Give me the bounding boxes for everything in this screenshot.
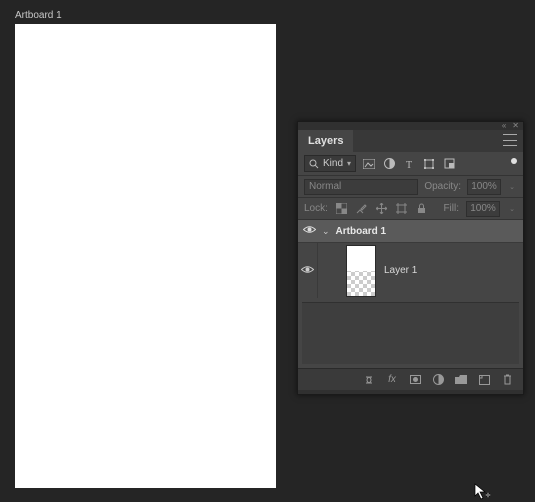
layers-panel: « ✕ Layers Kind ▾ T Normal Opacity: 100%… xyxy=(297,121,524,395)
blend-row: Normal Opacity: 100% ⌄ xyxy=(298,176,523,198)
filter-smartobject-icon[interactable] xyxy=(442,157,456,171)
opacity-label: Opacity: xyxy=(424,181,461,192)
chevron-down-icon[interactable]: ⌄ xyxy=(507,205,517,213)
link-layers-icon[interactable] xyxy=(363,373,375,387)
filter-kind-label: Kind xyxy=(323,158,343,169)
filter-kind-dropdown[interactable]: Kind ▾ xyxy=(304,155,356,172)
lock-artboard-icon[interactable] xyxy=(395,202,408,215)
cursor-icon xyxy=(474,483,492,501)
layer-thumbnail[interactable] xyxy=(346,245,376,297)
close-icon[interactable]: ✕ xyxy=(512,122,519,130)
collapse-icon[interactable]: « xyxy=(502,122,506,130)
disclosure-toggle[interactable]: ⌄ xyxy=(322,226,330,237)
empty-layer-area[interactable] xyxy=(302,302,519,364)
chevron-down-icon: ▾ xyxy=(347,159,351,168)
fill-label: Fill: xyxy=(443,203,459,214)
layer-fx-icon[interactable]: fx xyxy=(386,373,398,387)
chevron-down-icon[interactable]: ⌄ xyxy=(507,183,517,191)
filter-adjustment-icon[interactable] xyxy=(382,157,396,171)
svg-text:T: T xyxy=(406,160,412,169)
filter-type-icon[interactable]: T xyxy=(402,157,416,171)
panel-tabrow: Layers xyxy=(298,130,523,152)
layer-row-artboard[interactable]: ⌄ Artboard 1 xyxy=(298,220,523,242)
panel-resize-handle[interactable] xyxy=(298,390,523,394)
layer-name[interactable]: Artboard 1 xyxy=(336,226,387,237)
blend-mode-dropdown[interactable]: Normal xyxy=(304,179,418,195)
layer-list: ⌄ Artboard 1 Layer 1 xyxy=(298,220,523,364)
tab-layers[interactable]: Layers xyxy=(298,130,353,152)
filter-row: Kind ▾ T xyxy=(298,152,523,176)
delete-icon[interactable] xyxy=(501,373,513,387)
layer-mask-icon[interactable] xyxy=(409,373,421,387)
lock-all-icon[interactable] xyxy=(415,202,428,215)
artboard-label: Artboard 1 xyxy=(15,10,62,21)
adjustment-layer-icon[interactable] xyxy=(432,373,444,387)
group-icon[interactable] xyxy=(455,373,467,387)
opacity-input[interactable]: 100% xyxy=(467,179,501,195)
lock-row: Lock: Fill: 100% ⌄ xyxy=(298,198,523,220)
filter-shape-icon[interactable] xyxy=(422,157,436,171)
filter-toggle-icon[interactable] xyxy=(511,158,517,164)
panel-topbar: « ✕ xyxy=(298,122,523,130)
new-layer-icon[interactable] xyxy=(478,373,490,387)
visibility-toggle[interactable] xyxy=(302,225,316,237)
layer-name[interactable]: Layer 1 xyxy=(384,265,417,276)
artboard-canvas[interactable] xyxy=(15,24,276,488)
layer-row[interactable]: Layer 1 xyxy=(298,242,523,298)
panel-footer: fx xyxy=(298,368,523,390)
search-icon xyxy=(309,159,319,169)
lock-position-icon[interactable] xyxy=(375,202,388,215)
filter-pixel-icon[interactable] xyxy=(362,157,376,171)
fill-input[interactable]: 100% xyxy=(466,201,500,217)
panel-menu-icon[interactable] xyxy=(503,134,517,146)
lock-label: Lock: xyxy=(304,203,328,214)
visibility-toggle[interactable] xyxy=(301,265,315,277)
lock-transparency-icon[interactable] xyxy=(335,202,348,215)
lock-pixels-icon[interactable] xyxy=(355,202,368,215)
blend-mode-value: Normal xyxy=(309,181,341,192)
